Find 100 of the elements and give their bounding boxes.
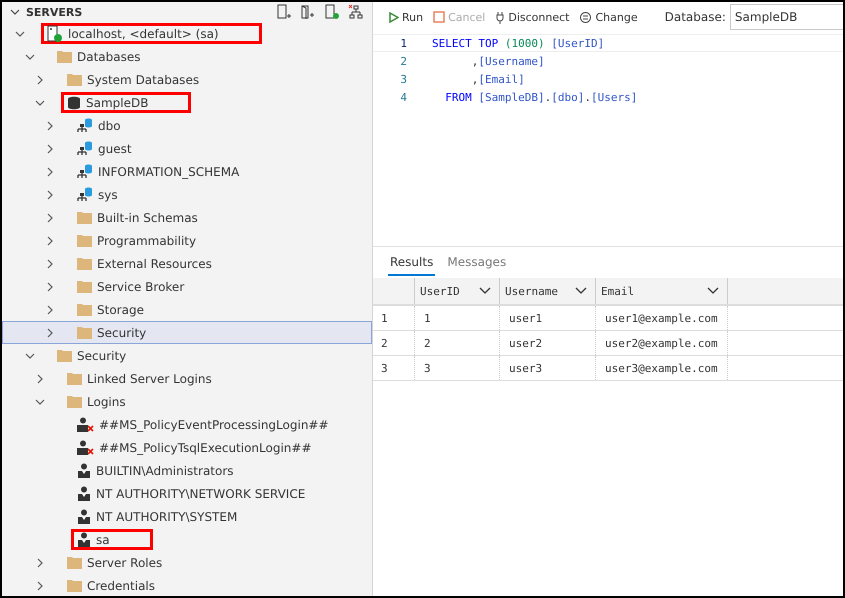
- chevron-icon[interactable]: [45, 328, 55, 338]
- tree-label: dbo: [98, 118, 121, 132]
- schema-icon: [77, 140, 93, 156]
- code-line: FROM [SampleDB].[dbo].[Users]: [444, 90, 638, 104]
- schema-icon: [77, 118, 93, 134]
- tree-item[interactable]: Databases: [2, 45, 372, 68]
- tree-item[interactable]: SampleDB: [2, 91, 372, 114]
- tree-item[interactable]: Logins: [2, 390, 372, 413]
- tree-label: NT AUTHORITY\SYSTEM: [96, 510, 238, 524]
- folder-icon: [57, 50, 72, 63]
- chevron-icon[interactable]: [45, 190, 55, 200]
- row-number: 1: [373, 306, 415, 330]
- tree-item[interactable]: BUILTIN\Administrators: [2, 459, 372, 482]
- tree-item[interactable]: Storage: [2, 298, 372, 321]
- schema-icon: [77, 164, 93, 180]
- code-line: ,[Email]: [470, 72, 525, 86]
- chevron-icon[interactable]: [707, 287, 719, 295]
- change-button[interactable]: Change: [576, 10, 641, 24]
- tree-label: ##MS_PolicyTsqlExecutionLogin##: [99, 440, 312, 454]
- table-cell: 3: [415, 356, 500, 380]
- plug-icon: [495, 10, 506, 24]
- tree-label: Server Roles: [87, 556, 162, 570]
- tree-item[interactable]: System Databases: [2, 68, 372, 91]
- code-line: ,[Username]: [470, 54, 545, 68]
- tree-item[interactable]: ##MS_PolicyTsqlExecutionLogin##: [2, 436, 372, 459]
- folder-icon: [67, 579, 82, 592]
- chevron-icon[interactable]: [45, 120, 55, 130]
- chevron-icon[interactable]: [35, 580, 45, 590]
- tree-label: NT AUTHORITY\NETWORK SERVICE: [96, 486, 306, 500]
- new-group-icon[interactable]: [300, 4, 316, 20]
- chevron-icon[interactable]: [45, 304, 55, 314]
- tree-item[interactable]: Linked Server Logins: [2, 367, 372, 390]
- chevron-icon[interactable]: [35, 374, 45, 384]
- tree-item[interactable]: Security: [2, 321, 372, 344]
- tree-item[interactable]: NT AUTHORITY\SYSTEM: [2, 505, 372, 528]
- tree-label: Logins: [87, 394, 126, 408]
- table-cell: user3@example.com: [596, 356, 728, 380]
- tree-item[interactable]: Built-in Schemas: [2, 206, 372, 229]
- tree-item[interactable]: sa: [2, 528, 372, 551]
- database-field[interactable]: SampleDB: [730, 4, 843, 30]
- chevron-icon[interactable]: [15, 28, 25, 38]
- row-number: 2: [373, 331, 415, 355]
- tree-item[interactable]: Programmability: [2, 229, 372, 252]
- tree-label: Service Broker: [97, 280, 184, 294]
- tree-item[interactable]: sys: [2, 183, 372, 206]
- chevron-icon[interactable]: [45, 282, 55, 292]
- chevron-icon[interactable]: [479, 287, 491, 295]
- table-cell: 1: [415, 306, 500, 330]
- chevron-icon[interactable]: [35, 558, 45, 568]
- tree-item[interactable]: INFORMATION_SCHEMA: [2, 160, 372, 183]
- user-icon: [77, 463, 91, 478]
- user-disabled-icon: [77, 417, 94, 432]
- column-header[interactable]: Username: [500, 278, 596, 304]
- results-tab[interactable]: Results: [388, 253, 436, 276]
- tree-item[interactable]: NT AUTHORITY\NETWORK SERVICE: [2, 482, 372, 505]
- user-icon: [77, 532, 91, 547]
- chevron-icon[interactable]: [575, 287, 587, 295]
- stop-icon: [433, 11, 446, 23]
- disconnect-button[interactable]: Disconnect: [492, 10, 572, 24]
- folder-icon: [67, 395, 82, 408]
- run-button[interactable]: Run: [385, 10, 426, 24]
- chevron-icon[interactable]: [45, 258, 55, 268]
- tree-label: BUILTIN\Administrators: [96, 464, 234, 478]
- chevron-icon[interactable]: [35, 98, 45, 108]
- tree-item[interactable]: dbo: [2, 114, 372, 137]
- user-disabled-icon: [77, 440, 94, 455]
- tree-item[interactable]: ##MS_PolicyEventProcessingLogin##: [2, 413, 372, 436]
- tree-item[interactable]: Service Broker: [2, 275, 372, 298]
- code-line: SELECT TOP (1000) [UserID]: [432, 36, 604, 50]
- active-connections-icon[interactable]: [324, 4, 340, 20]
- new-connection-icon[interactable]: [276, 4, 292, 20]
- tree-item[interactable]: Security: [2, 344, 372, 367]
- results-tab[interactable]: Messages: [445, 253, 508, 276]
- tree-item[interactable]: localhost, <default> (sa): [2, 22, 372, 45]
- tree-item[interactable]: External Resources: [2, 252, 372, 275]
- panel-title: SERVERS: [26, 6, 82, 18]
- chevron-icon[interactable]: [45, 212, 55, 222]
- tree-item[interactable]: guest: [2, 137, 372, 160]
- table-cell: 2: [415, 331, 500, 355]
- chevron-icon[interactable]: [35, 74, 45, 84]
- user-icon: [77, 486, 91, 501]
- chevron-icon[interactable]: [10, 7, 20, 17]
- network-icon[interactable]: [348, 4, 364, 20]
- chevron-icon[interactable]: [25, 52, 35, 62]
- tree-item[interactable]: Credentials: [2, 574, 372, 596]
- chevron-icon[interactable]: [35, 396, 45, 406]
- folder-icon: [57, 349, 72, 362]
- column-header[interactable]: UserID: [415, 278, 500, 304]
- chevron-icon[interactable]: [25, 350, 35, 360]
- tree-label: Linked Server Logins: [87, 372, 212, 386]
- chevron-icon[interactable]: [45, 166, 55, 176]
- folder-icon: [77, 211, 92, 224]
- tree-label: guest: [98, 142, 132, 156]
- tree-item[interactable]: Server Roles: [2, 551, 372, 574]
- chevron-icon[interactable]: [45, 236, 55, 246]
- database-icon: [67, 96, 81, 110]
- line-number: 4: [399, 90, 407, 104]
- column-header[interactable]: Email: [596, 278, 728, 304]
- chevron-icon[interactable]: [45, 144, 55, 154]
- row-number: 3: [373, 356, 415, 380]
